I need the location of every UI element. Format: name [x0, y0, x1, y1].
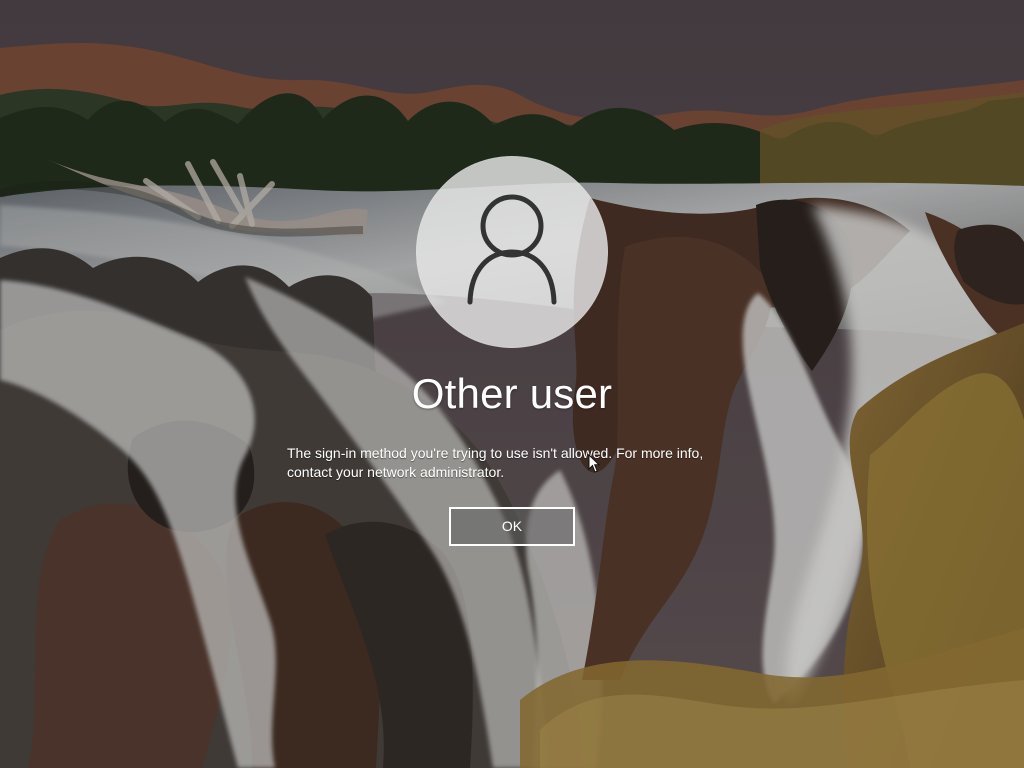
ok-button[interactable]: OK	[449, 507, 575, 546]
user-avatar	[416, 156, 608, 348]
windows-sign-in-screen: Other user The sign-in method you're try…	[0, 0, 1024, 768]
sign-in-error-message: The sign-in method you're trying to use …	[287, 445, 704, 480]
user-silhouette-icon	[467, 194, 557, 305]
user-name: Other user	[411, 370, 613, 417]
